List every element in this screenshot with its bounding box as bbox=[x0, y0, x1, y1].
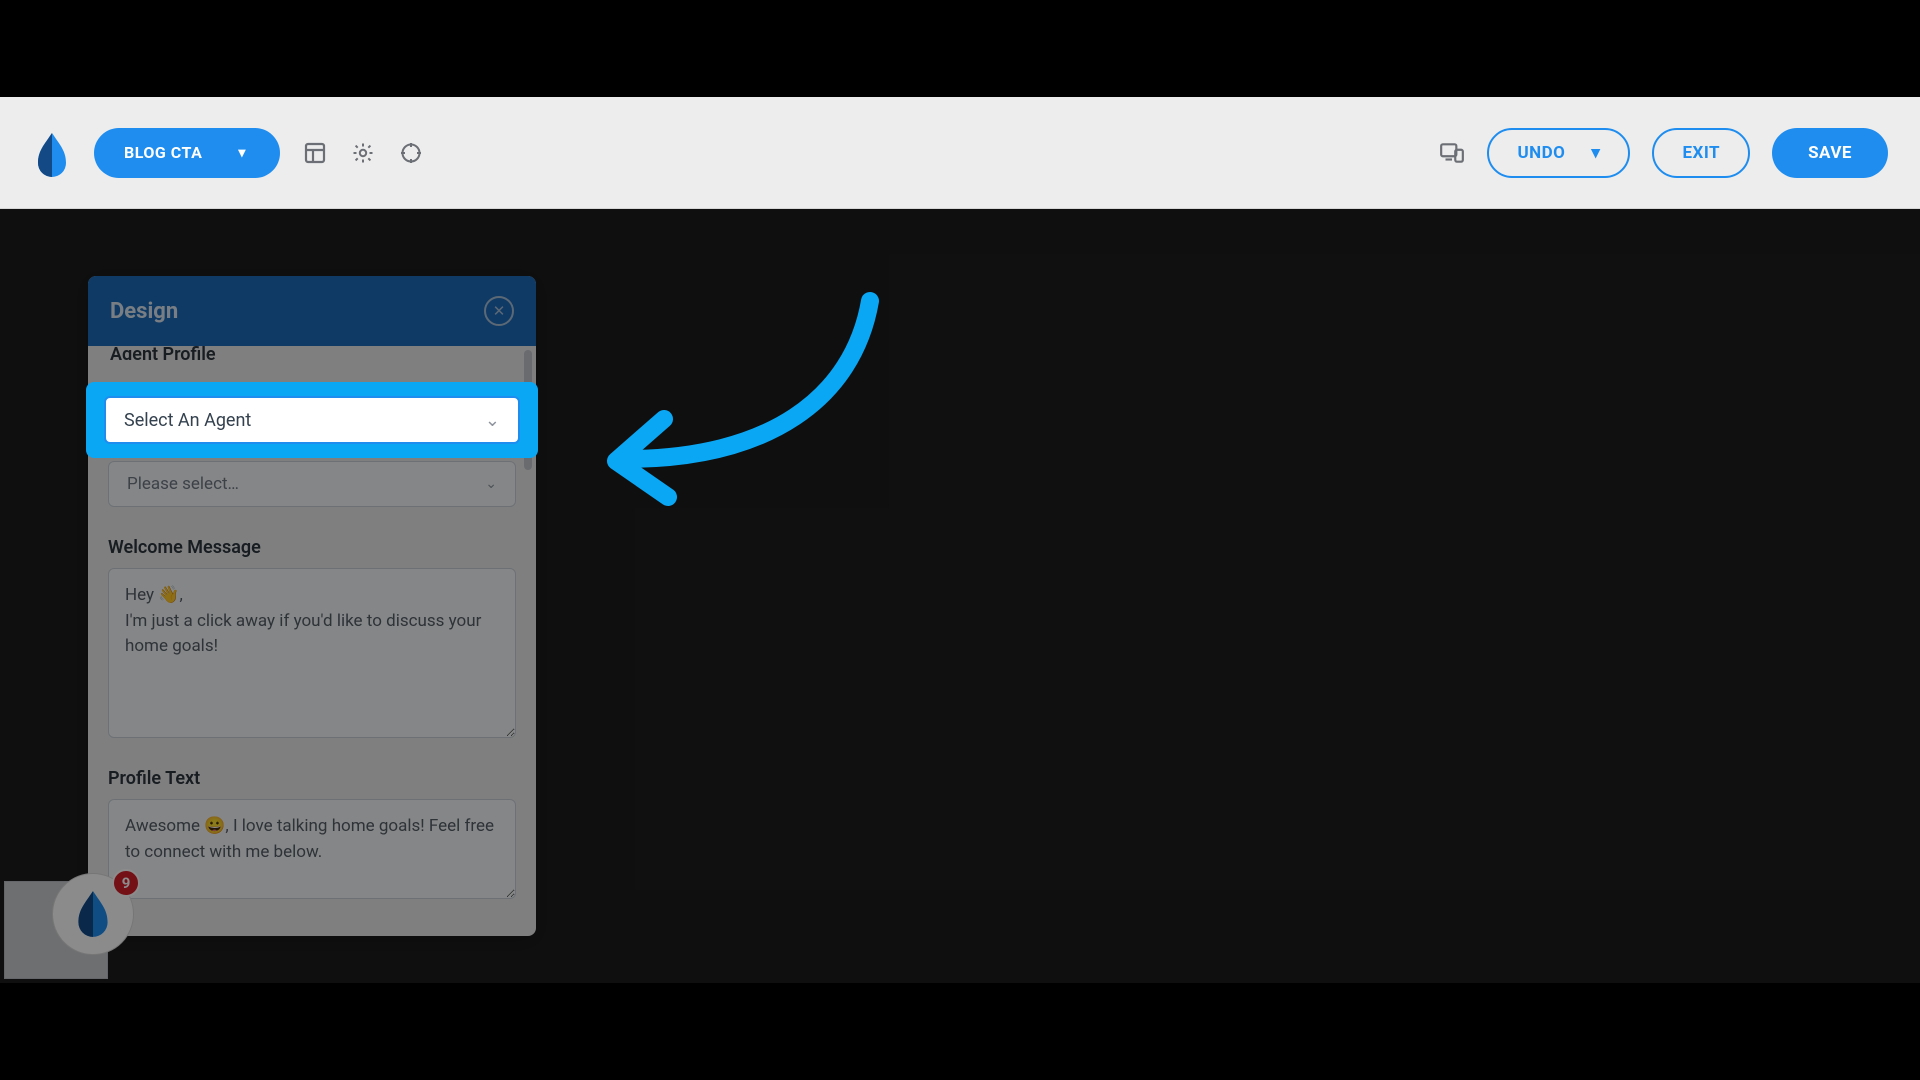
agent-profile-value: Select An Agent bbox=[124, 410, 251, 431]
design-panel-title: Design bbox=[110, 299, 178, 324]
profile-text-input[interactable] bbox=[108, 799, 516, 899]
chat-fab[interactable]: 9 bbox=[4, 873, 114, 979]
agent-profile-highlight: Select An Agent ⌄ bbox=[88, 384, 536, 456]
chevron-down-icon: ▾ bbox=[238, 145, 246, 161]
gear-icon[interactable] bbox=[350, 140, 376, 166]
layout-icon[interactable] bbox=[302, 140, 328, 166]
exit-button-label: EXIT bbox=[1682, 143, 1720, 163]
design-panel: Design ✕ Agent Profile Agent Please sele… bbox=[88, 276, 536, 936]
canvas: Design ✕ Agent Profile Agent Please sele… bbox=[0, 209, 1920, 983]
page-selector-label: BLOG CTA bbox=[124, 143, 202, 162]
chevron-down-icon: ▾ bbox=[1591, 143, 1600, 163]
agent-profile-label: Agent Profile bbox=[110, 346, 516, 360]
page-selector[interactable]: BLOG CTA ▾ bbox=[94, 128, 280, 178]
welcome-message-input[interactable] bbox=[108, 568, 516, 738]
undo-button[interactable]: UNDO ▾ bbox=[1487, 128, 1630, 178]
devices-icon[interactable] bbox=[1439, 140, 1465, 166]
pointer-arrow-icon bbox=[598, 289, 888, 509]
close-icon[interactable]: ✕ bbox=[484, 296, 514, 326]
chevron-down-icon: ⌄ bbox=[485, 410, 500, 431]
welcome-message-label: Welcome Message bbox=[108, 537, 516, 558]
design-panel-header: Design ✕ bbox=[88, 276, 536, 346]
agent-select[interactable]: Please select… ⌄ bbox=[108, 461, 516, 507]
top-toolbar: BLOG CTA ▾ UNDO ▾ EXIT SAVE bbox=[0, 97, 1920, 209]
app-logo-icon bbox=[32, 131, 72, 175]
agent-select-value: Please select… bbox=[127, 474, 239, 494]
agent-profile-select[interactable]: Select An Agent ⌄ bbox=[104, 396, 520, 444]
exit-button[interactable]: EXIT bbox=[1652, 128, 1750, 178]
undo-button-label: UNDO bbox=[1517, 143, 1565, 163]
save-button[interactable]: SAVE bbox=[1772, 128, 1888, 178]
chevron-down-icon: ⌄ bbox=[485, 476, 497, 492]
notification-badge: 9 bbox=[112, 869, 140, 897]
profile-text-label: Profile Text bbox=[108, 768, 516, 789]
target-icon[interactable] bbox=[398, 140, 424, 166]
save-button-label: SAVE bbox=[1808, 143, 1852, 163]
